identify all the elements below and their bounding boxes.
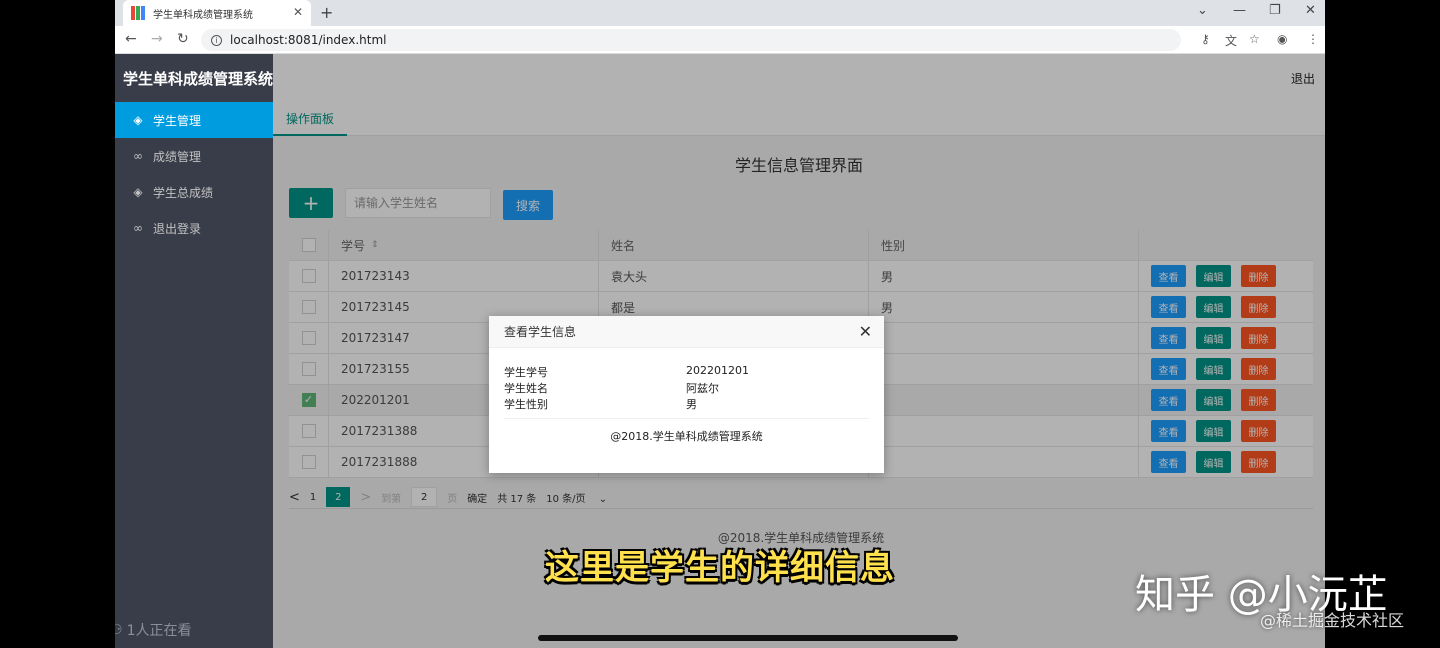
close-window-icon[interactable]: ✕: [1305, 3, 1316, 18]
modal-footer: @2018.学生单科成绩管理系统: [610, 430, 763, 443]
tab-list-chevron-icon[interactable]: ⌄: [1197, 3, 1208, 18]
sidebar-item-label: 学生总成绩: [153, 185, 214, 200]
detail-label: 学生姓名: [504, 382, 548, 395]
sidebar-item-student-management[interactable]: ◈ 学生管理: [115, 102, 273, 138]
key-icon[interactable]: ⚷: [1201, 32, 1210, 46]
forward-icon[interactable]: →: [151, 31, 163, 47]
browser-toolbar: ← → ↻ i localhost:8081/index.html ⚷ 文 ☆ …: [115, 26, 1325, 54]
juejin-watermark: @稀土掘金技术社区: [1260, 611, 1405, 630]
detail-label: 学生性别: [504, 398, 548, 411]
modal-title: 查看学生信息: [504, 325, 577, 339]
translate-icon[interactable]: 文: [1225, 32, 1237, 49]
link-icon: ∞: [133, 221, 143, 235]
kebab-menu-icon[interactable]: ⋮: [1307, 32, 1319, 46]
layers-icon: ◈: [133, 185, 143, 199]
sidebar-item-total-score[interactable]: ◈ 学生总成绩: [115, 174, 273, 210]
url-text: localhost:8081/index.html: [230, 33, 387, 47]
sidebar-item-logout[interactable]: ∞ 退出登录: [115, 210, 273, 246]
close-icon[interactable]: ✕: [859, 322, 872, 341]
layers-icon: ◈: [133, 113, 143, 127]
student-detail-modal: 查看学生信息 ✕ 学生学号 202201201 学生姓名 阿兹尔 学生性别 男 …: [489, 316, 884, 473]
sidebar-item-score-management[interactable]: ∞ 成绩管理: [115, 138, 273, 174]
detail-value: 202201201: [686, 364, 749, 377]
home-indicator: [538, 635, 958, 641]
sidebar-item-label: 学生管理: [153, 113, 202, 128]
back-icon[interactable]: ←: [125, 31, 137, 47]
reload-icon[interactable]: ↻: [177, 31, 189, 47]
link-icon: ∞: [133, 149, 143, 163]
bookmark-star-icon[interactable]: ☆: [1249, 32, 1260, 46]
browser-tab[interactable]: 学生单科成绩管理系统 ✕: [123, 0, 311, 26]
video-caption: 这里是学生的详细信息: [545, 548, 895, 588]
sidebar-item-label: 退出登录: [153, 221, 202, 236]
minimize-icon[interactable]: —: [1233, 3, 1246, 18]
detail-label: 学生学号: [504, 366, 548, 379]
detail-value: 男: [686, 398, 697, 411]
sidebar-item-label: 成绩管理: [153, 149, 202, 164]
site-info-icon[interactable]: i: [211, 34, 222, 46]
sidebar: 学生单科成绩管理系统 ◈ 学生管理 ∞ 成绩管理 ◈ 学生总成绩 ∞ 退出登录 …: [115, 54, 273, 648]
detail-value: 阿兹尔: [686, 382, 719, 395]
new-tab-icon[interactable]: +: [320, 3, 333, 22]
app-favicon-icon: [131, 6, 145, 20]
viewer-count-text: 1人正在看: [126, 623, 192, 639]
profile-avatar-icon[interactable]: ◉: [1277, 32, 1287, 46]
browser-tab-title: 学生单科成绩管理系统: [153, 9, 253, 21]
app-brand: 学生单科成绩管理系统: [115, 54, 273, 102]
browser-tabbar: 学生单科成绩管理系统 ✕ + ⌄ — ❐ ✕: [115, 0, 1325, 26]
modal-divider: [504, 418, 869, 419]
close-tab-icon[interactable]: ✕: [293, 5, 303, 19]
viewer-count: ⚇ 1人正在看: [115, 620, 191, 640]
modal-header: 查看学生信息 ✕: [489, 316, 884, 348]
maximize-icon[interactable]: ❐: [1269, 3, 1281, 18]
people-icon: ⚇: [115, 622, 123, 638]
address-bar[interactable]: i localhost:8081/index.html: [201, 29, 1181, 51]
